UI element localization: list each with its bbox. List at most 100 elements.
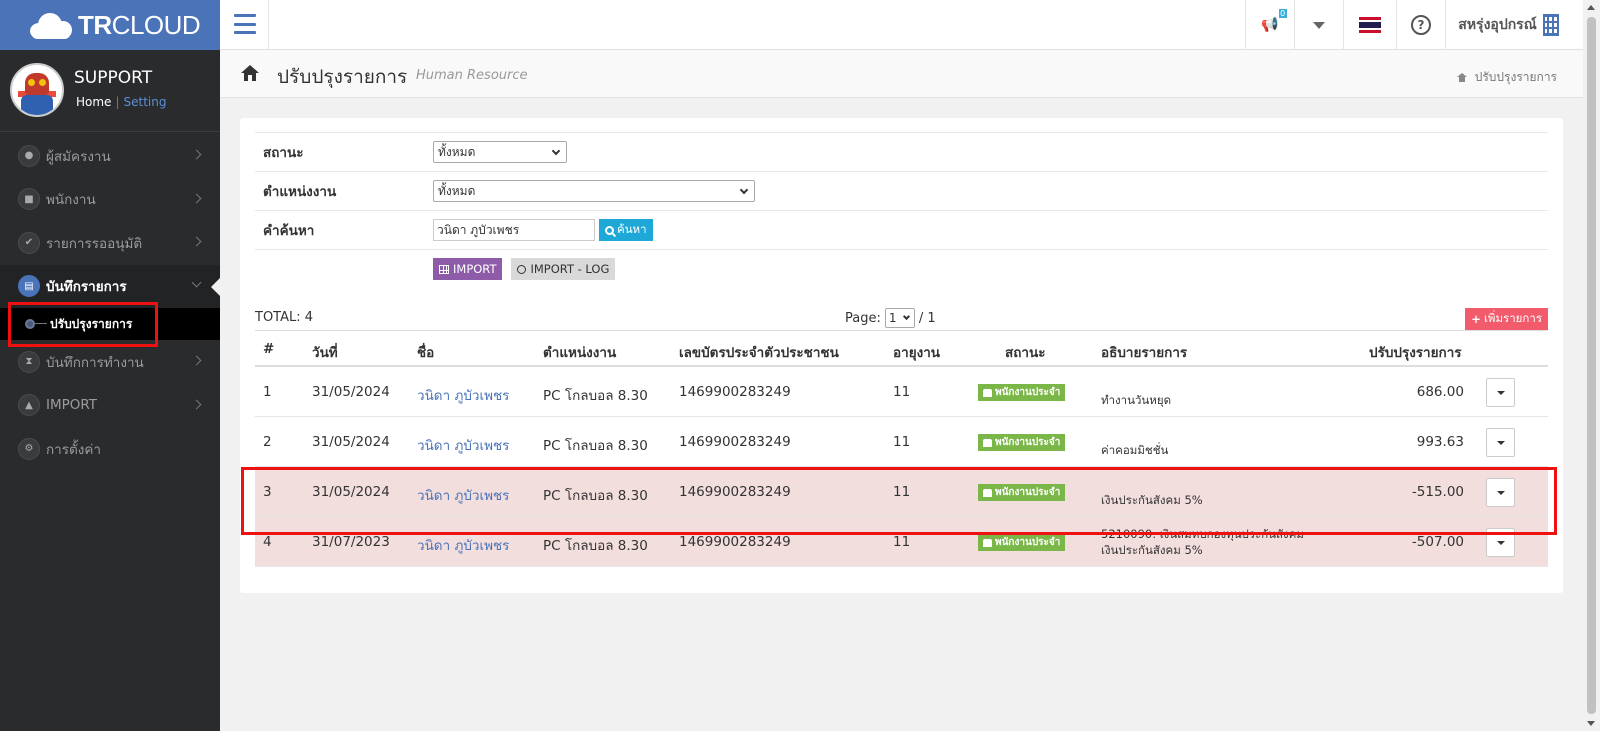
column-header: ชื่อ [417,345,435,361]
sidebar-item-label: บันทึกการทำงาน [46,354,144,371]
row-date: 31/05/2024 [312,434,390,450]
help-button[interactable]: ? [1397,0,1445,50]
setting-link[interactable]: Setting [123,95,166,109]
row-id-card: 1469900283249 [679,384,791,400]
language-button[interactable] [1344,0,1396,50]
employee-name-link[interactable]: วนิดา ภูบัวเพชร [417,534,509,556]
upload-icon: ▲ [18,394,40,417]
user-name: SUPPORT [74,68,153,88]
scroll-down-icon[interactable] [1587,721,1595,726]
hourglass-icon: ⧗ [18,350,40,373]
user-icon: ● [18,144,40,167]
caret-down-icon [1313,21,1325,29]
scrollbar[interactable] [1583,0,1600,731]
chevron-right-icon [191,236,202,247]
position-label: ตำแหน่งงาน [263,184,337,200]
column-header: อายุงาน [893,345,940,361]
user-profile: SUPPORT Home | Setting [0,50,220,132]
column-header: เลขบัตรประจำตัวประชาชน [679,345,839,361]
sidebar-item-label: การตั้งค่า [46,441,101,458]
page-subtitle: Human Resource [416,68,528,83]
chevron-right-icon [191,355,202,366]
caret-down-icon [1496,440,1505,445]
home-icon[interactable] [240,64,260,82]
megaphone-icon: 📢 0 [1261,9,1287,33]
row-action-dropdown[interactable] [1486,378,1515,407]
table-header: # วันที่ ชื่อ ตำแหน่งงาน เลขบัตรประจำตัว… [255,330,1548,367]
home-link[interactable]: Home [76,95,111,109]
search-button[interactable]: ค้นหา [599,219,653,241]
row-number: 2 [263,434,272,450]
total-count: TOTAL: 4 [255,310,314,325]
company-name: สหรุ่งอุปกรณ์ [1458,17,1537,33]
row-tenure: 11 [893,534,911,550]
dropdown-button[interactable] [1295,0,1343,50]
breadcrumb-item[interactable]: ปรับปรุงรายการ [1475,68,1557,87]
table-row: 1 31/05/2024 วนิดา ภูบัวเพชร PC โกลบอล 8.30… [255,367,1548,417]
chevron-down-icon [551,146,561,156]
brand-logo[interactable]: TRCLOUD [0,0,220,50]
search-input[interactable]: วนิดา ภูบัวเพชร [433,219,595,241]
chevron-down-icon [739,185,749,195]
row-position: PC โกลบอล 8.30 [543,388,648,404]
sidebar-item-label: รายการรออนุมัติ [46,235,143,252]
shirt-icon [983,388,992,397]
row-amount: 993.63 [1416,434,1464,450]
shirt-icon [983,438,992,447]
employee-name-link[interactable]: วนิดา ภูบัวเพชร [417,384,509,406]
status-select[interactable]: ทั้งหมด [433,141,567,163]
thai-flag-icon [1359,17,1381,33]
sidebar-item-label: ผู้สมัครงาน [46,148,111,165]
employee-name-link[interactable]: วนิดา ภูบัวเพชร [417,434,509,456]
lock-icon: ■ [18,188,40,211]
cloud-icon [26,11,74,39]
import-log-button[interactable]: IMPORT - LOG [511,258,616,280]
position-select[interactable]: ทั้งหมด [433,180,755,202]
main-content: ปรับปรุงรายการ Human Resource ปรับปรุงรา… [220,50,1583,731]
scroll-up-icon[interactable] [1587,5,1595,10]
sidebar-item-pending-approval[interactable]: ✔ รายการรออนุมัติ [0,221,220,265]
menu-toggle-icon[interactable] [232,11,258,37]
file-icon: ▤ [18,275,40,298]
notification-badge: 0 [1278,9,1287,18]
avatar[interactable] [10,63,64,117]
home-icon[interactable] [1456,73,1467,82]
company-menu[interactable]: สหรุ่งอุปกรณ์ [1446,0,1571,50]
search-icon [605,225,614,235]
notification-button[interactable]: 📢 0 [1246,0,1294,50]
caret-down-icon [1496,540,1505,545]
header-divider [268,0,269,50]
sidebar-item-settings[interactable]: ⚙ การตั้งค่า [0,427,220,471]
column-header: วันที่ [312,345,338,361]
row-tenure: 11 [893,434,911,450]
filter-search-row: คำค้นหา วนิดา ภูบัวเพชร ค้นหา [255,210,1548,249]
column-header: ตำแหน่งงาน [543,345,617,361]
profile-links: Home | Setting [76,95,167,109]
sidebar-item-import[interactable]: ▲ IMPORT [0,384,220,428]
status-badge: พนักงานประจำ [978,384,1066,401]
chevron-down-icon [902,312,910,321]
chevron-right-icon [191,399,202,409]
import-button[interactable]: IMPORT [433,258,503,280]
filter-status-row: สถานะ ทั้งหมด [255,132,1548,171]
row-tenure: 11 [893,384,911,400]
status-badge: พนักงานประจำ [978,534,1066,551]
row-number: 4 [263,534,272,550]
page-select[interactable]: 1 [884,308,915,328]
row-action-dropdown[interactable] [1486,428,1515,457]
sidebar-item-label: บันทึกรายการ [46,279,127,296]
sidebar-item-applicants[interactable]: ● ผู้สมัครงาน [0,134,220,178]
scrollbar-thumb[interactable] [1587,17,1596,714]
column-header: สถานะ [1005,345,1046,361]
column-header: # [263,341,275,357]
status-label: สถานะ [263,145,304,161]
cogs-icon: ⚙ [18,437,40,460]
sidebar-item-employees[interactable]: ■ พนักงาน [0,178,220,222]
pagination: Page: 1 / 1 [845,308,936,328]
sidebar: SUPPORT Home | Setting ● ผู้สมัครงาน ■ พนั… [0,50,220,731]
row-position: PC โกลบอล 8.30 [543,438,648,454]
import-row: IMPORT IMPORT - LOG [255,249,1548,288]
add-item-button[interactable]: + เพิ่มรายการ [1465,308,1548,330]
highlight-box-sidebar [8,302,158,347]
status-badge: พนักงานประจำ [978,434,1066,451]
